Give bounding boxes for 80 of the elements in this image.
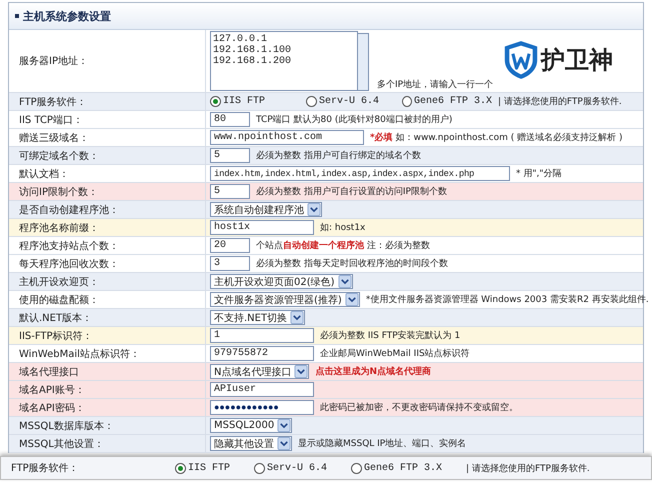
dropdown[interactable]: 系统自动创建程序池 (210, 202, 322, 217)
panel-title: 主机系统参数设置 (23, 8, 111, 24)
chevron-down-icon (307, 203, 321, 216)
dropdown[interactable]: 不支持.NET切换 (210, 310, 306, 325)
chevron-down-icon (344, 293, 359, 306)
field-label: 是否自动创建程序池： (9, 201, 206, 218)
input-field[interactable]: 3 (210, 256, 250, 271)
hint-text: 必须为整数 指用户可自行设置的访问IP限制个数 (256, 186, 447, 198)
radio-option[interactable]: Serv-U 6.4 (306, 96, 396, 107)
hint-text: 必须为整数 指每天定时回收程序池的时间段个数 (256, 258, 448, 270)
field-label: MSSQL数据库版本： (9, 417, 206, 434)
field-label: FTP服务软件： (10, 462, 80, 476)
field-label: 域名代理接口 (9, 363, 206, 380)
hint-text: *使用文件服务器资源管理器 Windows 2003 需安装R2 再安装此组件. (366, 294, 649, 306)
hint-text: 必须为整数 IIS FTP安装完默认为 1 (320, 330, 460, 342)
hint-text: | 请选择您使用的FTP服务软件. (498, 96, 622, 108)
input-field[interactable]: index.htm,index.html,index.asp,index.aspx,index.php (210, 166, 510, 181)
field-label: WinWebMail站点标识符： (9, 345, 206, 362)
field-label: 默认文档： (9, 165, 206, 182)
field-label: 域名API密码： (9, 399, 206, 416)
chevron-down-icon (338, 275, 352, 288)
hint-text: 此密码已被加密，不更改密码请保持不变或留空。 (320, 402, 518, 414)
field-label: 赠送三级域名： (9, 129, 206, 146)
chevron-down-icon (277, 419, 292, 432)
radio-option[interactable]: Gene6 FTP 3.X (402, 96, 492, 107)
input-field[interactable]: 5 (210, 184, 250, 199)
scrollbar[interactable] (358, 33, 369, 91)
dropdown[interactable]: MSSQL2000 (210, 418, 292, 433)
input-field[interactable]: host1x (210, 220, 314, 235)
field-label: 服务器IP地址： (9, 30, 206, 92)
field-label: 使用的磁盘配额： (9, 291, 206, 308)
hint-text: 个站点自动创建一个程序池 注：必须为整数 (256, 239, 430, 252)
logo-text: 护卫神 (541, 45, 613, 76)
input-field[interactable]: 20 (210, 238, 250, 253)
input-field[interactable]: 979755872 (210, 346, 314, 361)
password-field[interactable]: ●●●●●●●●●●●● (210, 400, 314, 415)
hint-text: 显示或隐藏MSSQL IP地址、端口、实例名 (298, 438, 466, 450)
field-label: 可绑定域名个数： (9, 147, 206, 164)
bullet-icon (15, 14, 19, 18)
dropdown[interactable]: N点域名代理接口 (210, 364, 310, 379)
radio-option[interactable]: Gene6 FTP 3.X (351, 462, 442, 474)
hint-text: 点击这里成为N点域名代理商 (315, 365, 432, 378)
dropdown[interactable]: 隐藏其他设置 (210, 436, 292, 451)
hint-text: TCP端口 默认为80 (此项针对80端口被封的用户) (256, 114, 452, 126)
field-label: 域名API账号： (9, 381, 206, 398)
radio-option[interactable]: Serv-U 6.4 (254, 462, 328, 474)
input-field[interactable]: 5 (210, 148, 250, 163)
input-field[interactable]: 80 (210, 112, 250, 127)
radio-option[interactable]: IIS FTP (210, 96, 300, 107)
field-label: 程序池名称前缀： (9, 219, 206, 236)
hint-text: *必填 如：www.npointhost.com ( 赠送域名必须支持泛解析 ) (370, 131, 622, 144)
field-label: IIS TCP端口： (9, 111, 206, 128)
chevron-down-icon (294, 365, 308, 378)
field-label: 主机开设欢迎页： (9, 273, 206, 290)
field-label: 访问IP限制个数： (9, 183, 206, 200)
hint-text: 多个IP地址，请输入一行一个 (377, 78, 494, 91)
hint-text: 企业邮局WinWebMail IIS站点标识符 (320, 348, 470, 360)
dropdown[interactable]: 文件服务器资源管理器(推荐) (210, 292, 360, 307)
field-label: FTP服务软件： (9, 93, 206, 110)
hint-text: 必须为整数 指用户可自行绑定的域名个数 (256, 150, 421, 162)
ip-line: 127.0.0.1 (213, 34, 268, 45)
radio-option[interactable]: IIS FTP (175, 462, 230, 474)
chevron-down-icon (290, 311, 304, 324)
field-label: 默认.NET版本： (9, 309, 206, 326)
ip-line: 192.168.1.200 (213, 56, 292, 67)
hint-text: * 用","分隔 (516, 168, 562, 180)
shield-logo-icon (503, 40, 539, 80)
input-field[interactable]: 1 (210, 328, 314, 343)
field-label: 程序池支持站点个数： (9, 237, 206, 254)
ip-textarea[interactable]: 127.0.0.1 192.168.1.100 192.168.1.200 (210, 31, 358, 91)
field-label: IIS-FTP标识符： (9, 327, 206, 344)
field-label: 每天程序池回收次数： (9, 255, 206, 272)
chevron-down-icon (277, 437, 291, 450)
hint-text: 如: host1x (320, 222, 366, 234)
input-field[interactable]: APIuser (210, 382, 314, 397)
field-label: MSSQL其他设置： (9, 435, 206, 452)
dropdown[interactable]: 主机开设欢迎页面02(绿色) (210, 274, 353, 289)
hint-text: | 请选择您使用的FTP服务软件. (466, 462, 590, 474)
ip-line: 192.168.1.100 (213, 45, 292, 56)
input-field[interactable]: www.npointhost.com (210, 130, 364, 145)
